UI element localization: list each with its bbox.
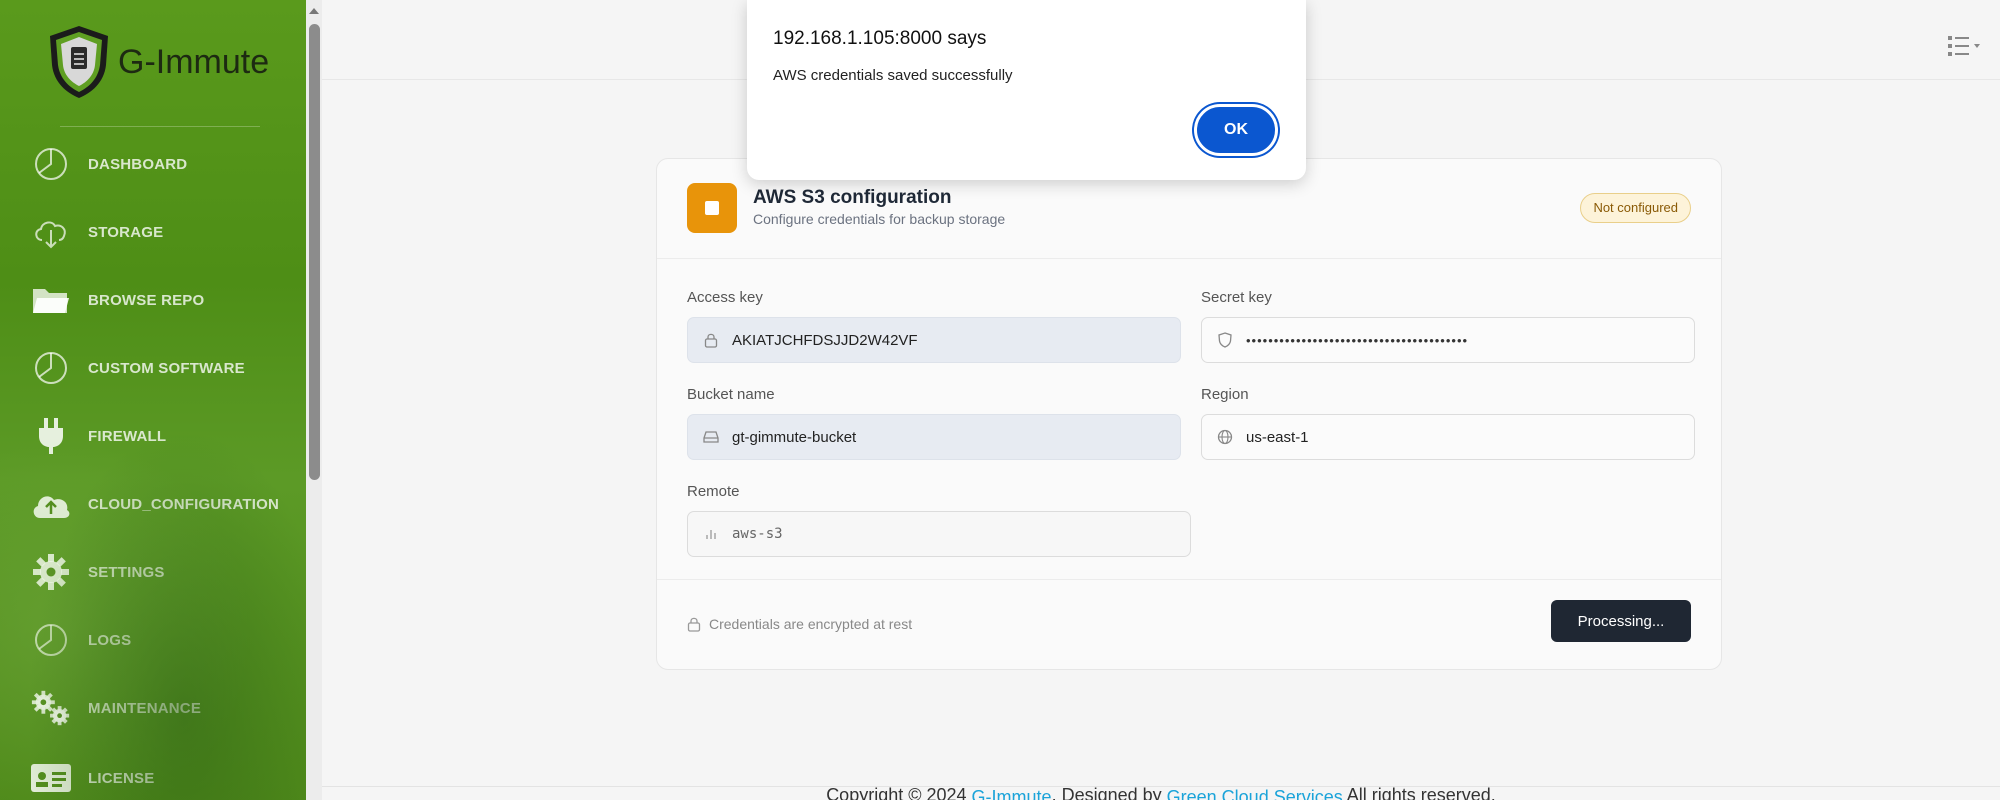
scroll-up-arrow-icon[interactable] — [309, 8, 319, 14]
secret-key-value: •••••••••••••••••••••••••••••••••••••••• — [1246, 332, 1469, 348]
shield-icon — [1216, 331, 1234, 349]
sidebar-item-custom-software[interactable]: CUSTOM SOFTWARE — [30, 346, 300, 390]
region-label: Region — [1201, 386, 1249, 403]
sidebar-item-label: LOGS — [88, 631, 132, 649]
status-badge: Not configured — [1580, 193, 1691, 223]
bucket-name-input[interactable]: gt-gimmute-bucket — [687, 414, 1181, 460]
logo-divider — [60, 126, 260, 127]
designer-link[interactable]: Green Cloud Services — [1167, 787, 1343, 800]
card-footer: Credentials are encrypted at rest Proces… — [657, 579, 1721, 669]
cloud-upload-icon — [30, 483, 72, 525]
secret-key-label: Secret key — [1201, 289, 1272, 306]
bucket-name-value: gt-gimmute-bucket — [732, 428, 857, 446]
bar-chart-icon — [702, 525, 720, 543]
dialog-message: AWS credentials saved successfully — [773, 67, 1013, 84]
access-key-input[interactable]: AKIATJCHFDSJJD2W42VF — [687, 317, 1181, 363]
remote-value: aws-s3 — [732, 526, 783, 542]
gears-icon — [30, 687, 72, 729]
sidebar-item-label: STORAGE — [88, 223, 164, 241]
pie-chart-icon — [30, 347, 72, 389]
sidebar-item-storage[interactable]: STORAGE — [30, 210, 300, 254]
storage-bucket-icon — [687, 183, 737, 233]
sidebar-item-dashboard[interactable]: DASHBOARD — [30, 142, 300, 186]
card-subtitle: Configure credentials for backup storage — [753, 211, 1006, 227]
drive-icon — [702, 428, 720, 446]
brand-logo[interactable]: G-Immute — [44, 22, 269, 102]
shield-logo-icon — [50, 26, 108, 98]
sidebar-item-label: FIREWALL — [88, 427, 167, 445]
bucket-name-label: Bucket name — [687, 386, 775, 403]
save-processing-button[interactable]: Processing... — [1551, 600, 1691, 642]
pie-chart-icon — [30, 143, 72, 185]
sidebar-item-label: CUSTOM SOFTWARE — [88, 359, 245, 377]
dialog-title: 192.168.1.105:8000 says — [773, 28, 987, 49]
plug-icon — [30, 415, 72, 457]
pie-chart-icon — [30, 619, 72, 661]
ok-button[interactable]: OK — [1194, 104, 1278, 156]
sidebar-item-label: DASHBOARD — [88, 155, 188, 173]
access-key-label: Access key — [687, 289, 763, 306]
lock-icon — [687, 617, 701, 632]
copyright-prefix: Copyright © 2024 — [826, 785, 972, 800]
aws-s3-config-card: AWS S3 configuration Configure credentia… — [656, 158, 1722, 670]
copyright-suffix: All rights reserved. — [1342, 785, 1496, 800]
region-value: us-east-1 — [1246, 428, 1309, 446]
list-menu-icon[interactable] — [1948, 34, 1982, 58]
sidebar-item-label: CLOUD_CONFIGURATION — [88, 495, 280, 513]
sidebar-item-label: LICENSE — [88, 769, 155, 787]
scrollbar-thumb[interactable] — [309, 24, 320, 480]
copyright-footer: Copyright © 2024 G-Immute. Designed by G… — [322, 785, 2000, 800]
sidebar-item-license[interactable]: LICENSE — [30, 756, 300, 800]
card-title: AWS S3 configuration — [753, 187, 952, 208]
alert-dialog: 192.168.1.105:8000 says AWS credentials … — [747, 0, 1306, 180]
region-input[interactable]: us-east-1 — [1201, 414, 1695, 460]
access-key-value: AKIATJCHFDSJJD2W42VF — [732, 331, 918, 349]
remote-input[interactable]: aws-s3 — [687, 511, 1191, 557]
sidebar-item-label: BROWSE REPO — [88, 291, 205, 309]
id-card-icon — [30, 757, 72, 799]
sidebar-item-browse-repo[interactable]: BROWSE REPO — [30, 278, 300, 322]
folder-icon — [30, 279, 72, 321]
secret-key-input[interactable]: •••••••••••••••••••••••••••••••••••••••• — [1201, 317, 1695, 363]
brand-name: G-Immute — [118, 42, 270, 81]
copyright-middle: . Designed by — [1051, 785, 1167, 800]
gear-icon — [30, 551, 72, 593]
sidebar-item-cloud-configuration[interactable]: CLOUD_CONFIGURATION — [30, 482, 300, 526]
sidebar-item-logs[interactable]: LOGS — [30, 618, 300, 662]
sidebar-item-label: MAINTENANCE — [88, 699, 202, 717]
remote-label: Remote — [687, 483, 740, 500]
sidebar-item-firewall[interactable]: FIREWALL — [30, 414, 300, 458]
lock-icon — [702, 331, 720, 349]
sidebar-item-maintenance[interactable]: MAINTENANCE — [30, 686, 300, 730]
encryption-note-text: Credentials are encrypted at rest — [709, 616, 913, 632]
globe-icon — [1216, 428, 1234, 446]
cloud-download-icon — [30, 211, 72, 253]
sidebar-item-label: SETTINGS — [88, 563, 165, 581]
sidebar: G-Immute DASHBOARD STORAGE BROWSE REPO C… — [0, 0, 306, 800]
brand-link[interactable]: G-Immute — [972, 787, 1052, 800]
sidebar-item-settings[interactable]: SETTINGS — [30, 550, 300, 594]
encryption-note: Credentials are encrypted at rest — [687, 616, 912, 632]
